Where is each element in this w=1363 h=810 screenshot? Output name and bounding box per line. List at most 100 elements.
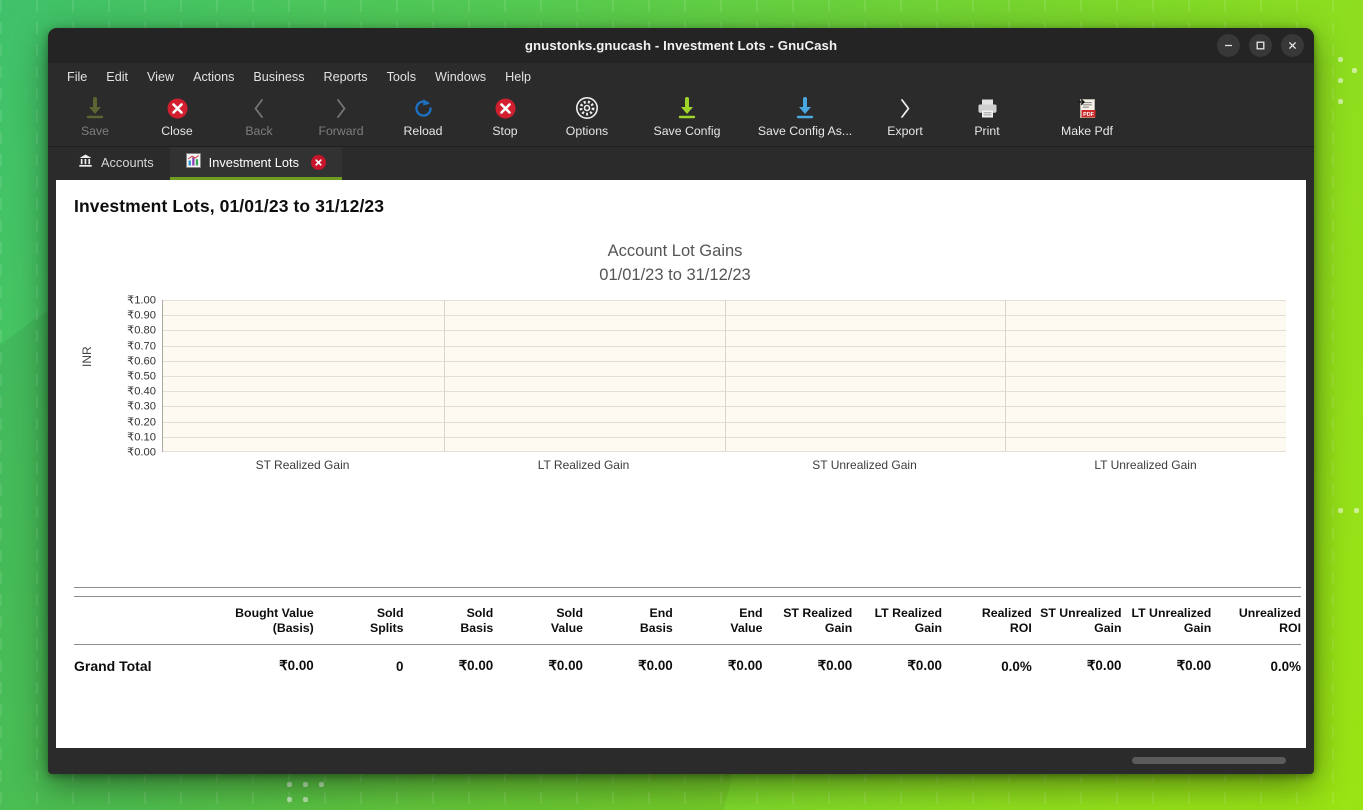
y-axis-tick: ₹0.00 [127, 446, 156, 459]
make-pdf-button[interactable]: PDF Make Pdf [1028, 93, 1146, 138]
y-axis-tick: ₹1.00 [127, 294, 156, 307]
print-label: Print [974, 124, 999, 138]
y-axis-tick: ₹0.40 [127, 385, 156, 398]
save-label: Save [81, 124, 109, 138]
reload-button[interactable]: Reload [382, 93, 464, 138]
x-axis-tick: ST Realized Gain [162, 458, 443, 472]
table-top-rule [74, 587, 1301, 588]
tab-close-icon[interactable] [311, 155, 326, 170]
save-config-as-label: Save Config As... [758, 124, 852, 138]
options-button[interactable]: Options [546, 93, 628, 138]
save-arrow-icon [84, 95, 106, 121]
x-axis-ticks: ST Realized GainLT Realized GainST Unrea… [162, 458, 1286, 472]
maximize-button[interactable] [1249, 34, 1272, 57]
wallpaper-dot [1338, 78, 1343, 83]
horizontal-scrollbar-thumb[interactable] [1132, 757, 1286, 764]
save-button[interactable]: Save [54, 93, 136, 138]
wallpaper-dot [319, 782, 324, 787]
save-config-label: Save Config [654, 124, 721, 138]
table-cell: ₹0.00 [224, 645, 314, 687]
y-axis-tick: ₹0.60 [127, 354, 156, 367]
menu-view[interactable]: View [138, 67, 183, 87]
report-body: Investment Lots, 01/01/23 to 31/12/23 Ac… [56, 180, 1306, 748]
accounts-icon [78, 153, 93, 171]
wallpaper-dot [1338, 57, 1343, 62]
y-axis-tick: ₹0.90 [127, 309, 156, 322]
chart-category-separator [725, 300, 726, 451]
menu-windows[interactable]: Windows [426, 67, 495, 87]
chevron-left-icon [249, 95, 269, 121]
save-config-as-button[interactable]: Save Config As... [746, 93, 864, 138]
table-cell: ₹0.00 [493, 645, 583, 687]
y-axis-tick: ₹0.70 [127, 339, 156, 352]
print-button[interactable]: Print [946, 93, 1028, 138]
grand-total-table: Bought Value(Basis)SoldSplitsSoldBasisSo… [74, 597, 1301, 687]
table-column-header: EndValue [673, 597, 763, 644]
reload-icon [412, 95, 435, 121]
table-cell: ₹0.00 [583, 645, 673, 687]
table-cell: ₹0.00 [673, 645, 763, 687]
chart-title: Account Lot Gains [64, 239, 1286, 263]
row-label: Grand Total [74, 645, 224, 687]
back-button[interactable]: Back [218, 93, 300, 138]
table-cell: 0 [314, 645, 404, 687]
menu-actions[interactable]: Actions [184, 67, 243, 87]
table-column-header: LT UnrealizedGain [1122, 597, 1212, 644]
wallpaper-dot [287, 782, 292, 787]
menu-business[interactable]: Business [244, 67, 313, 87]
horizontal-scrollbar-track[interactable] [56, 748, 1298, 774]
wallpaper-dot [1352, 68, 1357, 73]
y-axis-tick: ₹0.20 [127, 415, 156, 428]
account-lot-gains-chart: Account Lot Gains 01/01/23 to 31/12/23 I… [74, 239, 1286, 495]
table-body: Grand Total₹0.000₹0.00₹0.00₹0.00₹0.00₹0.… [74, 644, 1301, 687]
chart-category-separator [1005, 300, 1006, 451]
reload-label: Reload [404, 124, 443, 138]
report-content: Investment Lots, 01/01/23 to 31/12/23 Ac… [56, 180, 1306, 774]
toolbar: Save Close Back [48, 90, 1314, 147]
save-config-as-icon [794, 95, 816, 121]
back-label: Back [245, 124, 272, 138]
tab-investment-lots[interactable]: Investment Lots [170, 147, 342, 180]
save-config-button[interactable]: Save Config [628, 93, 746, 138]
chart-subtitle: 01/01/23 to 31/12/23 [64, 263, 1286, 287]
menu-reports[interactable]: Reports [315, 67, 377, 87]
x-axis-tick: ST Unrealized Gain [724, 458, 1005, 472]
forward-button[interactable]: Forward [300, 93, 382, 138]
table-cell: ₹0.00 [1032, 645, 1122, 687]
y-axis-tick: ₹0.80 [127, 324, 156, 337]
stop-circle-icon [494, 95, 517, 121]
table-column-header: EndBasis [583, 597, 673, 644]
close-report-button[interactable]: Close [136, 93, 218, 138]
wallpaper-dot [303, 782, 308, 787]
chart-plot-wrapper: INR ₹1.00₹0.90₹0.80₹0.70₹0.60₹0.50₹0.40₹… [74, 295, 1286, 495]
title-bar: gnustonks.gnucash - Investment Lots - Gn… [48, 28, 1314, 63]
table-column-header: LT RealizedGain [852, 597, 942, 644]
table-column-header: SoldBasis [404, 597, 494, 644]
minimize-button[interactable] [1217, 34, 1240, 57]
table-column-header: RealizedROI [942, 597, 1032, 644]
svg-text:PDF: PDF [1083, 111, 1094, 117]
menu-file[interactable]: File [58, 67, 96, 87]
tab-accounts[interactable]: Accounts [62, 147, 170, 180]
horizontal-scroll-area [56, 748, 1306, 774]
y-axis-tick: ₹0.10 [127, 430, 156, 443]
options-label: Options [566, 124, 608, 138]
window-controls [1217, 28, 1304, 63]
menu-tools[interactable]: Tools [378, 67, 425, 87]
table-header-row: Bought Value(Basis)SoldSplitsSoldBasisSo… [74, 597, 1301, 644]
tab-bar: Accounts Investment Lots [48, 147, 1314, 180]
table-head: Bought Value(Basis)SoldSplitsSoldBasisSo… [74, 597, 1301, 644]
wallpaper-dot [1354, 508, 1359, 513]
tab-investment-lots-label: Investment Lots [209, 155, 299, 170]
lots-summary-table: Bought Value(Basis)SoldSplitsSoldBasisSo… [74, 587, 1301, 687]
y-axis-tick: ₹0.30 [127, 400, 156, 413]
close-button[interactable] [1281, 34, 1304, 57]
menu-edit[interactable]: Edit [97, 67, 137, 87]
export-button[interactable]: Export [864, 93, 946, 138]
table-cell: ₹0.00 [404, 645, 494, 687]
menu-help[interactable]: Help [496, 67, 540, 87]
export-icon [895, 95, 915, 121]
export-label: Export [887, 124, 923, 138]
table-column-header: UnrealizedROI [1211, 597, 1301, 644]
stop-button[interactable]: Stop [464, 93, 546, 138]
